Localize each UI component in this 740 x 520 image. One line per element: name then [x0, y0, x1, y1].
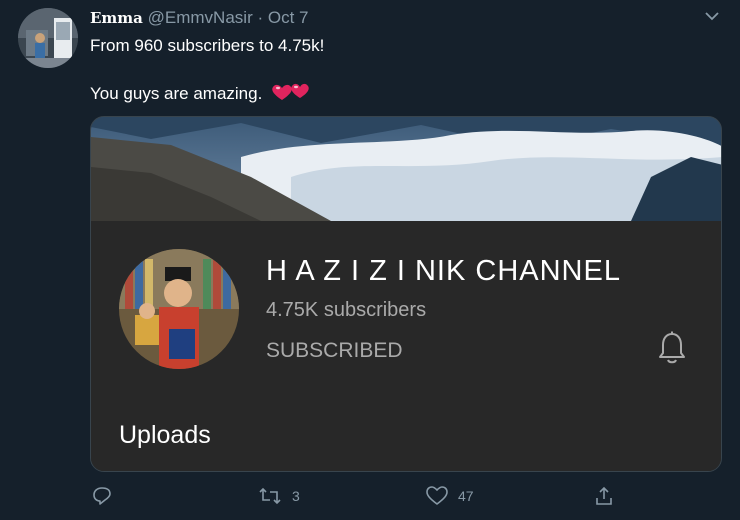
channel-banner	[91, 117, 721, 221]
uploads-label[interactable]: Uploads	[119, 421, 211, 450]
avatar-image	[18, 8, 78, 68]
channel-avatar[interactable]	[119, 249, 239, 369]
subscriber-count: 4.75K subscribers	[266, 299, 427, 321]
share-icon	[596, 486, 612, 505]
tweet-actions: 3 47	[90, 484, 722, 508]
tweet[interactable]: Emma @EmmvNasir · Oct 7 From 960 subscri…	[0, 0, 740, 520]
tweet-date[interactable]: Oct 7	[268, 8, 309, 27]
tweet-text-line-2: You guys are amazing.	[90, 82, 313, 104]
channel-info: H A Z I Z I NIK CHANNEL 4.75K subscriber…	[91, 221, 721, 471]
chevron-down-icon[interactable]	[704, 10, 720, 22]
retweet-icon	[259, 487, 281, 505]
display-name[interactable]: Emma	[90, 9, 143, 27]
tweet-text-line-1: From 960 subscribers to 4.75k!	[90, 36, 325, 55]
retweet-action[interactable]: 3	[258, 484, 300, 508]
author-avatar[interactable]	[18, 8, 78, 68]
user-handle[interactable]: @EmmvNasir	[148, 8, 253, 27]
like-action[interactable]: 47	[426, 484, 474, 508]
two-hearts-icon	[272, 83, 309, 100]
reply-icon	[93, 487, 111, 505]
channel-name[interactable]: H A Z I Z I NIK CHANNEL	[266, 255, 621, 288]
tweet-header: Emma @EmmvNasir · Oct 7	[90, 8, 309, 28]
dot-separator: ·	[257, 8, 264, 27]
like-count: 47	[458, 488, 474, 504]
share-action[interactable]	[594, 484, 624, 508]
heart-icon	[426, 486, 448, 505]
retweet-count: 3	[292, 488, 300, 504]
tweet-text-line-2-text: You guys are amazing.	[90, 84, 263, 103]
youtube-channel-card[interactable]: H A Z I Z I NIK CHANNEL 4.75K subscriber…	[90, 116, 722, 472]
reply-action[interactable]	[92, 484, 122, 508]
channel-avatar-image	[119, 249, 239, 369]
subscribed-button[interactable]: SUBSCRIBED	[266, 339, 403, 363]
bell-icon[interactable]	[657, 331, 687, 365]
